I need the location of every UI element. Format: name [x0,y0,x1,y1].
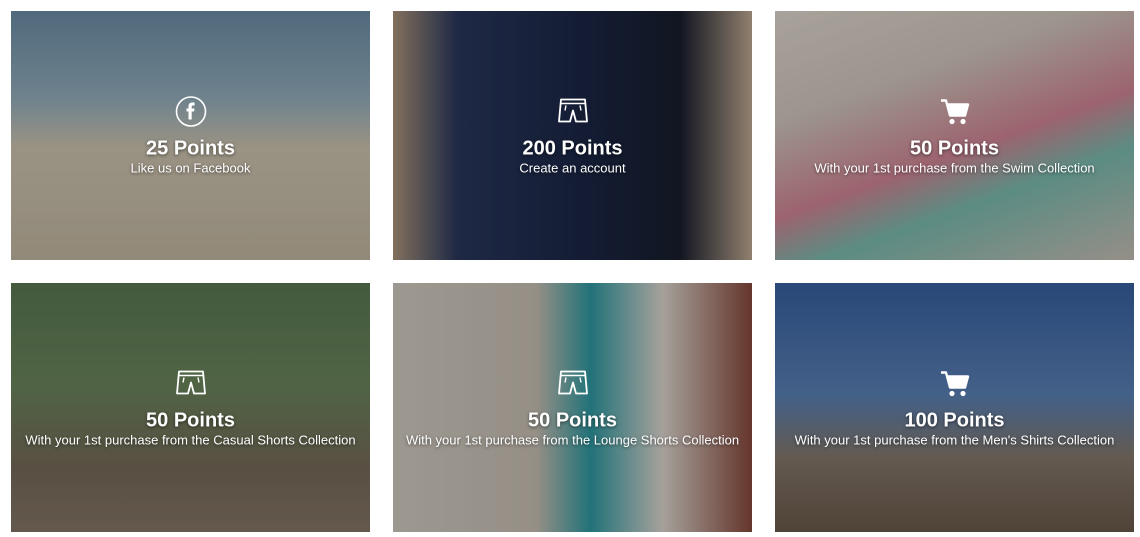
points-value: 100 Points [904,409,1005,431]
points-description: With your 1st purchase from the Casual S… [25,432,356,447]
cart-icon [939,367,971,399]
points-value: 50 Points [146,409,235,431]
points-value: 200 Points [522,137,623,159]
mens-shirts-points-card[interactable]: 100 Points With your 1st purchase from t… [775,283,1134,532]
points-description: With your 1st purchase from the Swim Col… [814,160,1095,175]
points-grid: 25 Points Like us on Facebook 200 Points… [0,0,1140,537]
swim-collection-points-card[interactable]: 50 Points With your 1st purchase from th… [775,11,1134,260]
points-value: 50 Points [910,137,999,159]
points-description: Create an account [519,160,626,175]
shorts-icon [175,367,207,399]
points-value: 50 Points [528,409,617,431]
lounge-shorts-points-card[interactable]: 50 Points With your 1st purchase from th… [393,283,752,532]
facebook-icon [175,95,207,127]
shorts-icon [557,367,589,399]
points-description: With your 1st purchase from the Lounge S… [405,432,740,447]
points-description: With your 1st purchase from the Men's Sh… [794,432,1115,447]
shorts-icon [557,95,589,127]
cart-icon [939,95,971,127]
casual-shorts-points-card[interactable]: 50 Points With your 1st purchase from th… [11,283,370,532]
points-description: Like us on Facebook [130,160,251,175]
facebook-points-card[interactable]: 25 Points Like us on Facebook [11,11,370,260]
points-value: 25 Points [146,137,235,159]
create-account-points-card[interactable]: 200 Points Create an account [393,11,752,260]
